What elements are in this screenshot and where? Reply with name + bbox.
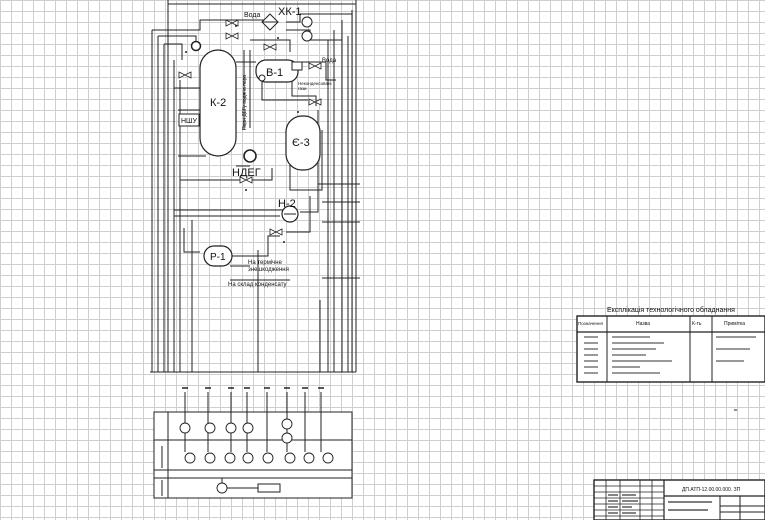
valve-icon: [308, 98, 322, 106]
explication-header: К-ть: [692, 321, 702, 327]
stream-label-water-top: Вода: [244, 12, 260, 19]
explication-header: Примітка: [724, 321, 745, 327]
instrument-bubble: [224, 452, 236, 464]
instrument-bubble: [204, 452, 216, 464]
stream-label-dehydration-2: знешкодження: [248, 267, 289, 273]
column-k2: К-2 Пари ДЕГу водяна пара: [199, 49, 248, 157]
column-label: К-2: [210, 97, 226, 109]
explication-header: Позначення: [578, 321, 603, 326]
valve-icon: [263, 43, 277, 51]
line-ticks: [151, 366, 349, 372]
drawing-code: ДП.АТП-12.00.00.000. ЗП: [682, 487, 741, 493]
valve-icon: [178, 71, 192, 79]
condenser-hk1: ХК-1: [261, 6, 313, 42]
instrument-bubble: [322, 452, 334, 464]
instrument-bubble: [284, 452, 296, 464]
pump-nshu: НШУ: [178, 113, 200, 127]
stream-label-gas-2: гази: [298, 86, 307, 91]
explication-table: Експлікація технологічного обладнання По…: [576, 306, 765, 383]
condenser-label: ХК-1: [278, 6, 302, 18]
stream-label-water-right: Вода: [322, 58, 337, 64]
instrument-bubble: [303, 452, 315, 464]
instrument-bubble: [216, 482, 228, 494]
valve-icon: [308, 62, 322, 70]
vessel-label: Є-3: [292, 137, 310, 149]
pump-top-icon: [190, 40, 202, 52]
instrument-bubble: [262, 452, 274, 464]
stream-label-dehydration-1: На термічне: [248, 260, 283, 266]
vessel-e3: Є-3: [285, 115, 321, 171]
instrument-bubble: [204, 422, 216, 434]
instrument-bubble: [184, 452, 196, 464]
instrument-bubble: [242, 422, 254, 434]
explication-title: Експлікація технологічного обладнання: [607, 306, 735, 314]
instrument-panel: [153, 387, 353, 499]
title-block: ДП.АТП-12.00.00.000. ЗП: [593, 479, 765, 520]
tank-label: Р-1: [210, 252, 226, 263]
drawing-sheet: ХК-1 Вода К-2 Пари ДЕГу водяна пара В-1 …: [150, 0, 765, 520]
pump-small-label: НШУ: [181, 118, 197, 125]
valve-icon: [269, 228, 283, 236]
stream-label-steam: Пари ДЕГу водяна пара: [242, 75, 248, 130]
pump-ndeg: НДЕГ: [232, 149, 261, 179]
valve-icon: [225, 32, 239, 40]
explication-header: Назва: [636, 321, 650, 327]
separator-v1: В-1: [255, 59, 303, 83]
pump-main-label: НДЕГ: [232, 167, 261, 179]
instrument-bubble: [242, 452, 254, 464]
pump-h2-label: Н-2: [278, 198, 296, 210]
process-lines: [151, 10, 360, 372]
instrument-bubble: [225, 422, 237, 434]
tank-p1: Р-1: [203, 245, 233, 267]
stream-label-storage: На склад конденсату: [228, 282, 287, 288]
instrument-bubble: [179, 422, 191, 434]
separator-label: В-1: [266, 67, 283, 79]
instrument-bubble: [281, 418, 293, 430]
instrument-bubble: [281, 432, 293, 444]
